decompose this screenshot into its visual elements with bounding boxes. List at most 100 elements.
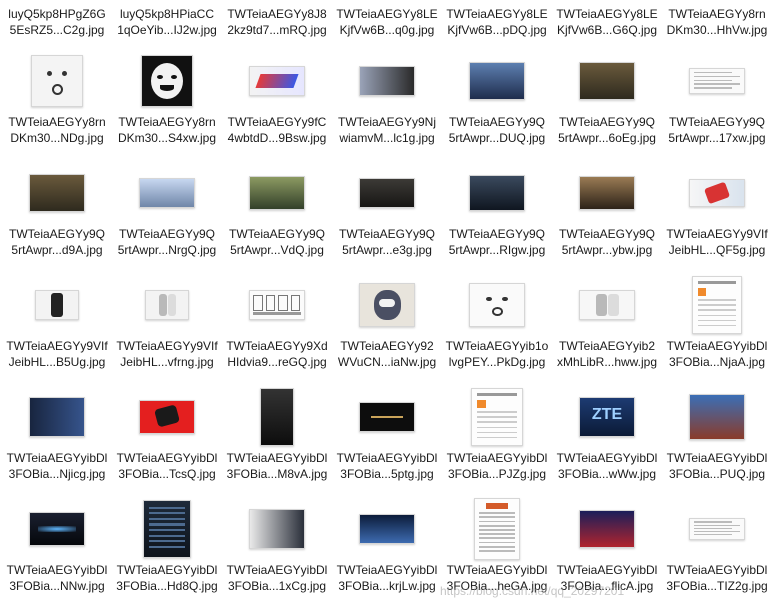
file-item[interactable]: TWTeiaAEGYyibDl 3FOBia...5ptg.jpg	[332, 386, 442, 498]
file-item[interactable]: TWTeiaAEGYyib1o lvgPEY...PkDg.jpg	[442, 274, 552, 386]
file-name[interactable]: TWTeiaAEGYyibDl 3FOBia...NjaA.jpg	[662, 338, 772, 370]
file-thumbnail-phone-black[interactable]	[260, 388, 294, 446]
file-thumbnail-game-scene[interactable]	[579, 62, 635, 100]
file-thumbnail-room-photo[interactable]	[139, 178, 195, 208]
file-item[interactable]: TWTeiaAEGYy9Q 5rtAwpr...17xw.jpg	[662, 50, 772, 162]
file-name[interactable]: TWTeiaAEGYy92 WVuCN...iaNw.jpg	[332, 338, 442, 370]
file-name[interactable]: TWTeiaAEGYy9VIf JeibHL...B5Ug.jpg	[2, 338, 112, 370]
file-item[interactable]: TWTeiaAEGYyibDl 3FOBia...M8vA.jpg	[222, 386, 332, 498]
file-thumbnail-game-scene-3[interactable]	[579, 176, 635, 210]
file-name[interactable]: TWTeiaAEGYy9Q 5rtAwpr...RIgw.jpg	[442, 226, 552, 258]
file-name[interactable]: luyQ5kp8HPgZ6G 5EsRZ5...C2g.jpg	[2, 6, 112, 38]
file-name[interactable]: TWTeiaAEGYyibDl 3FOBia...M8vA.jpg	[222, 450, 332, 482]
file-name[interactable]: TWTeiaAEGYy9Q 5rtAwpr...NrgQ.jpg	[112, 226, 222, 258]
file-item[interactable]: TWTeiaAEGYyibDl 3FOBia...PUQ.jpg	[662, 386, 772, 498]
file-thumbnail-blue-dark[interactable]	[29, 397, 85, 437]
file-thumbnail-comic-strip[interactable]	[249, 290, 305, 320]
file-thumbnail-zte-logo[interactable]: ZTE	[579, 397, 635, 437]
file-name[interactable]: TWTeiaAEGYy8LE KjfVw6B...pDQ.jpg	[442, 6, 552, 38]
file-thumbnail-meme-face-3[interactable]	[469, 283, 525, 327]
file-name[interactable]: TWTeiaAEGYy9VIf JeibHL...vfrng.jpg	[112, 338, 222, 370]
file-name[interactable]: TWTeiaAEGYy8LE KjfVw6B...q0g.jpg	[332, 6, 442, 38]
file-name[interactable]: TWTeiaAEGYy8rn DKm30...S4xw.jpg	[112, 114, 222, 146]
file-thumbnail-text-page[interactable]	[689, 68, 745, 94]
file-item[interactable]: TWTeiaAEGYyibDl 3FOBia...Hd8Q.jpg	[112, 498, 222, 610]
file-item[interactable]: TWTeiaAEGYy9Xd HIdvia9...reGQ.jpg	[222, 274, 332, 386]
file-item[interactable]: TWTeiaAEGYy9Q 5rtAwpr...d9A.jpg	[2, 162, 112, 274]
file-item[interactable]: TWTeiaAEGYy9VIf JeibHL...vfrng.jpg	[112, 274, 222, 386]
file-thumbnail-phone-game[interactable]	[249, 509, 305, 549]
file-name[interactable]: TWTeiaAEGYyibDl 3FOBia...Hd8Q.jpg	[112, 562, 222, 594]
file-thumbnail-game-screens[interactable]	[689, 394, 745, 440]
file-name[interactable]: TWTeiaAEGYy8rn DKm30...NDg.jpg	[2, 114, 112, 146]
file-item[interactable]: TWTeiaAEGYy9Q 5rtAwpr...ybw.jpg	[552, 162, 662, 274]
file-thumbnail-esports-banner[interactable]	[579, 510, 635, 548]
file-item[interactable]: ZTE TWTeiaAEGYyibDl 3FOBia...wWw.jpg	[552, 386, 662, 498]
file-item[interactable]: TWTeiaAEGYy9Q 5rtAwpr...VdQ.jpg	[222, 162, 332, 274]
file-item[interactable]: TWTeiaAEGYyibDl 3FOBia...Njicg.jpg	[2, 386, 112, 498]
file-item[interactable]: TWTeiaAEGYy9Q 5rtAwpr...e3g.jpg	[332, 162, 442, 274]
file-item[interactable]: TWTeiaAEGYy92 WVuCN...iaNw.jpg	[332, 274, 442, 386]
file-name[interactable]: TWTeiaAEGYy9Q 5rtAwpr...ybw.jpg	[552, 226, 662, 258]
file-name[interactable]: TWTeiaAEGYy9VIf JeibHL...QF5g.jpg	[662, 226, 772, 258]
file-name[interactable]: TWTeiaAEGYy9Xd HIdvia9...reGQ.jpg	[222, 338, 332, 370]
file-thumbnail-phone-banner[interactable]	[359, 66, 415, 96]
file-thumbnail-person-photo[interactable]	[469, 62, 525, 100]
file-name[interactable]: TWTeiaAEGYyibDl 3FOBia...1xCg.jpg	[222, 562, 332, 594]
file-thumbnail-widescreen[interactable]	[29, 512, 85, 546]
file-item[interactable]: TWTeiaAEGYy8rn DKm30...NDg.jpg	[2, 50, 112, 162]
file-name[interactable]: TWTeiaAEGYyibDl 3FOBia...NNw.jpg	[2, 562, 112, 594]
file-item[interactable]: TWTeiaAEGYyibDl 3FOBia...NNw.jpg	[2, 498, 112, 610]
file-name[interactable]: TWTeiaAEGYyib1o lvgPEY...PkDg.jpg	[442, 338, 552, 370]
file-name[interactable]: TWTeiaAEGYy9Q 5rtAwpr...6oEg.jpg	[552, 114, 662, 146]
file-name[interactable]: TWTeiaAEGYy8J8 2kz9td7...mRQ.jpg	[222, 6, 332, 38]
file-name[interactable]: TWTeiaAEGYy9Q 5rtAwpr...e3g.jpg	[332, 226, 442, 258]
file-name[interactable]: TWTeiaAEGYyibDl 3FOBia...TcsQ.jpg	[112, 450, 222, 482]
file-item[interactable]: TWTeiaAEGYyibDl 3FOBia...1xCg.jpg	[222, 498, 332, 610]
file-name[interactable]: TWTeiaAEGYyibDl 3FOBia...wWw.jpg	[552, 450, 662, 482]
file-thumbnail-form-page-2[interactable]	[471, 388, 523, 446]
file-thumbnail-meme-face-2[interactable]	[141, 55, 193, 107]
file-item[interactable]: TWTeiaAEGYy9Q 5rtAwpr...6oEg.jpg	[552, 50, 662, 162]
file-thumbnail-hand-phone[interactable]	[35, 290, 79, 320]
file-name[interactable]: TWTeiaAEGYyibDl 3FOBia...krjLw.jpg	[332, 562, 442, 594]
file-name[interactable]: TWTeiaAEGYyibDl 3FOBia...PJZg.jpg	[442, 450, 552, 482]
file-thumbnail-red-product[interactable]	[139, 400, 195, 434]
file-item[interactable]: TWTeiaAEGYyibDl 3FOBia...krjLw.jpg	[332, 498, 442, 610]
file-name[interactable]: luyQ5kp8HPiaCC 1qOeYib...IJ2w.jpg	[112, 6, 222, 38]
file-name[interactable]: TWTeiaAEGYyibDl 3FOBia...PUQ.jpg	[662, 450, 772, 482]
file-thumbnail-phone-silver[interactable]	[145, 290, 189, 320]
file-item[interactable]: TWTeiaAEGYyib2 xMhLibR...hww.jpg	[552, 274, 662, 386]
file-item[interactable]: TWTeiaAEGYy9Q 5rtAwpr...DUQ.jpg	[442, 50, 552, 162]
file-thumbnail-meme-face-1[interactable]	[31, 55, 83, 107]
file-thumbnail-game-scene[interactable]	[29, 174, 85, 212]
file-item[interactable]: TWTeiaAEGYyibDl 3FOBia...TcsQ.jpg	[112, 386, 222, 498]
file-thumbnail-logo-banner[interactable]	[249, 66, 305, 96]
file-name[interactable]: TWTeiaAEGYyibDl 3FOBia...TIZ2g.jpg	[662, 562, 772, 594]
file-item[interactable]: TWTeiaAEGYyibDl 3FOBia...TIZ2g.jpg	[662, 498, 772, 610]
file-item[interactable]: TWTeiaAEGYy8rn DKm30...S4xw.jpg	[112, 50, 222, 162]
file-name[interactable]: TWTeiaAEGYy9Q 5rtAwpr...17xw.jpg	[662, 114, 772, 146]
file-item[interactable]: TWTeiaAEGYy9Q 5rtAwpr...RIgw.jpg	[442, 162, 552, 274]
file-thumbnail-night-street[interactable]	[469, 175, 525, 211]
file-name[interactable]: TWTeiaAEGYy9Nj wiamvM...lc1g.jpg	[332, 114, 442, 146]
file-name[interactable]: TWTeiaAEGYy9Q 5rtAwpr...DUQ.jpg	[442, 114, 552, 146]
file-name[interactable]: TWTeiaAEGYyibDl 3FOBia...Njicg.jpg	[2, 450, 112, 482]
file-item[interactable]: TWTeiaAEGYy9Nj wiamvM...lc1g.jpg	[332, 50, 442, 162]
file-item[interactable]: TWTeiaAEGYyibDl 3FOBia...PJZg.jpg	[442, 386, 552, 498]
file-item[interactable]: TWTeiaAEGYyibDl 3FOBia...NjaA.jpg	[662, 274, 772, 386]
file-thumbnail-black-logo[interactable]	[359, 402, 415, 432]
file-name[interactable]: TWTeiaAEGYyibDl 3FOBia...5ptg.jpg	[332, 450, 442, 482]
file-thumbnail-stage-event[interactable]	[359, 514, 415, 544]
file-thumbnail-phone-white[interactable]	[579, 290, 635, 320]
file-thumbnail-cartoon[interactable]	[359, 283, 415, 327]
file-name[interactable]: TWTeiaAEGYy9Q 5rtAwpr...VdQ.jpg	[222, 226, 332, 258]
file-name[interactable]: TWTeiaAEGYy9Q 5rtAwpr...d9A.jpg	[2, 226, 112, 258]
file-thumbnail-phone-product[interactable]	[689, 179, 745, 207]
file-item[interactable]: TWTeiaAEGYy9fC 4wbtdD...9Bsw.jpg	[222, 50, 332, 162]
file-thumbnail-dark-photo[interactable]	[359, 178, 415, 208]
file-thumbnail-app-dark[interactable]	[143, 500, 191, 558]
file-name[interactable]: TWTeiaAEGYy8rn DKm30...HhVw.jpg	[662, 6, 772, 38]
file-thumbnail-form-page[interactable]	[692, 276, 742, 334]
file-thumbnail-document-list[interactable]	[474, 498, 520, 560]
